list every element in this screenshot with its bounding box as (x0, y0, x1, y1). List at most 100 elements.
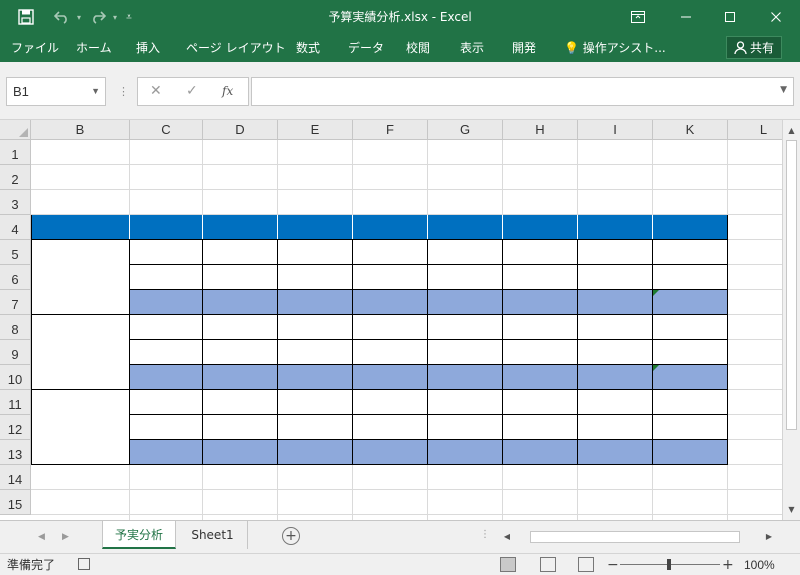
row-header-13[interactable]: 13 (0, 440, 31, 465)
value-cell[interactable] (503, 390, 577, 414)
value-cell[interactable] (278, 440, 353, 465)
macro-record-icon[interactable] (78, 558, 90, 570)
value-cell[interactable] (503, 340, 577, 364)
normal-view-icon[interactable] (500, 557, 516, 572)
value-cell[interactable] (578, 315, 652, 339)
value-cell[interactable] (353, 290, 428, 315)
value-cell[interactable] (503, 240, 577, 264)
scroll-right-icon[interactable]: ▶ (762, 528, 776, 546)
row-header-15[interactable]: 15 (0, 490, 31, 515)
value-cell[interactable] (203, 290, 278, 315)
value-cell[interactable] (428, 290, 503, 315)
value-cell[interactable] (278, 340, 352, 364)
row-header-7[interactable]: 7 (0, 290, 31, 315)
value-cell[interactable] (353, 440, 428, 465)
value-cell[interactable] (653, 265, 727, 289)
prev-sheet-icon[interactable]: ◀ (38, 521, 45, 554)
tab-developer[interactable]: 開発 (512, 34, 536, 62)
row-header-3[interactable]: 3 (0, 190, 31, 215)
close-icon[interactable] (758, 0, 794, 34)
zoom-out-button[interactable]: − (607, 554, 619, 575)
value-cell[interactable] (503, 315, 577, 339)
value-cell[interactable] (653, 365, 728, 390)
value-cell[interactable] (278, 265, 352, 289)
value-cell[interactable] (203, 390, 277, 414)
select-all-corner[interactable] (0, 120, 31, 140)
value-cell[interactable] (578, 265, 652, 289)
value-cell[interactable] (353, 415, 427, 439)
chevron-down-icon[interactable]: ▼ (91, 78, 100, 105)
value-cell[interactable] (578, 240, 652, 264)
table-header-cell[interactable] (203, 215, 278, 240)
save-icon[interactable] (14, 0, 38, 34)
tab-formulas[interactable]: 数式 (296, 34, 320, 62)
page-break-view-icon[interactable] (578, 557, 594, 572)
value-cell[interactable] (278, 415, 352, 439)
table-header-cell[interactable] (428, 215, 503, 240)
scroll-down-icon[interactable]: ▼ (783, 501, 800, 518)
row-label-cell[interactable] (130, 290, 203, 315)
tell-me-box[interactable]: 💡 操作アシスト... (564, 34, 666, 62)
formula-input[interactable]: ▼ (251, 77, 794, 106)
page-layout-view-icon[interactable] (540, 557, 556, 572)
value-cell[interactable] (203, 315, 277, 339)
redo-icon[interactable] (86, 0, 110, 34)
tab-page-layout[interactable]: ページ レイアウト (186, 34, 286, 62)
vertical-scrollbar[interactable]: ▲ ▼ (782, 120, 800, 520)
value-cell[interactable] (428, 315, 502, 339)
value-cell[interactable] (353, 240, 427, 264)
table-header-cell[interactable] (130, 215, 203, 240)
tab-data[interactable]: データ (348, 34, 384, 62)
spreadsheet-grid[interactable]: BCDEFGHIKL 1 2 3 4 5 6 7 8 9 10 11 12 13 14 15 (0, 120, 800, 520)
column-header-g[interactable]: G (428, 120, 503, 140)
value-cell[interactable] (578, 390, 652, 414)
value-cell[interactable] (653, 240, 727, 264)
channel-cell[interactable] (31, 390, 129, 464)
value-cell[interactable] (653, 415, 727, 439)
zoom-in-button[interactable]: + (722, 554, 734, 575)
value-cell[interactable] (428, 265, 502, 289)
value-cell[interactable] (278, 240, 352, 264)
redo-dropdown-icon[interactable]: ▾ (110, 0, 120, 34)
value-cell[interactable] (203, 340, 277, 364)
value-cell[interactable] (503, 415, 577, 439)
customize-icon[interactable]: ⩡ (122, 0, 136, 34)
value-cell[interactable] (653, 290, 728, 315)
value-cell[interactable] (653, 440, 728, 465)
value-cell[interactable] (203, 365, 278, 390)
value-cell[interactable] (653, 390, 727, 414)
vertical-scroll-thumb[interactable] (786, 140, 797, 430)
zoom-slider-knob[interactable] (667, 559, 671, 570)
minimize-icon[interactable] (668, 0, 704, 34)
tab-insert[interactable]: 挿入 (136, 34, 160, 62)
tab-file[interactable]: ファイル (11, 34, 59, 62)
row-header-5[interactable]: 5 (0, 240, 31, 265)
value-cell[interactable] (428, 340, 502, 364)
column-header-k[interactable]: K (653, 120, 728, 140)
value-cell[interactable] (578, 440, 653, 465)
row-label-cell[interactable] (130, 365, 203, 390)
row-label-cell[interactable] (130, 240, 202, 264)
value-cell[interactable] (578, 340, 652, 364)
value-cell[interactable] (353, 365, 428, 390)
row-header-9[interactable]: 9 (0, 340, 31, 365)
sheet-tab-yojitsu[interactable]: 予実分析 (102, 521, 176, 549)
value-cell[interactable] (503, 440, 578, 465)
tab-review[interactable]: 校閲 (406, 34, 430, 62)
error-indicator-icon[interactable] (653, 365, 659, 371)
undo-dropdown-icon[interactable]: ▾ (74, 0, 84, 34)
undo-icon[interactable] (50, 0, 74, 34)
row-label-cell[interactable] (130, 265, 202, 289)
row-header-4[interactable]: 4 (0, 215, 31, 240)
value-cell[interactable] (428, 365, 503, 390)
row-label-cell[interactable] (130, 415, 202, 439)
value-cell[interactable] (203, 415, 277, 439)
value-cell[interactable] (278, 390, 352, 414)
value-cell[interactable] (503, 265, 577, 289)
value-cell[interactable] (578, 365, 653, 390)
row-label-cell[interactable] (130, 390, 202, 414)
value-cell[interactable] (653, 340, 727, 364)
scroll-left-icon[interactable]: ◀ (500, 528, 514, 546)
ribbon-display-icon[interactable] (620, 0, 656, 34)
value-cell[interactable] (428, 390, 502, 414)
